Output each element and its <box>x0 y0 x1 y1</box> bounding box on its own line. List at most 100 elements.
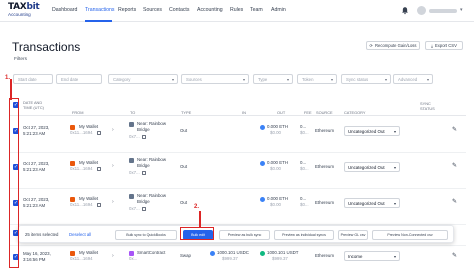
download-icon: ⤓ <box>431 43 433 48</box>
filter-advanced-placeholder: Advanced <box>398 76 418 82</box>
row-type: Swap <box>180 253 191 258</box>
preview-bulk-sync-button[interactable]: Preview as bulk sync <box>219 230 270 240</box>
filter-advanced[interactable]: Advanced ▾ <box>393 74 433 84</box>
row-source: Ethereum <box>315 164 335 169</box>
row-to[interactable]: SmartContract <box>137 250 165 256</box>
row-out-usd: $0.00 <box>270 202 281 207</box>
category-select[interactable]: Uncategorized Out ▾ <box>344 126 400 136</box>
chevron-down-icon: ▾ <box>242 77 245 82</box>
row-from-address: 0x11...1694 <box>70 166 93 171</box>
filter-start-date[interactable]: Start date <box>13 74 53 84</box>
nav-team[interactable]: Team <box>250 7 263 13</box>
export-csv-button[interactable]: ⤓ Export CSV <box>425 41 463 50</box>
table-row[interactable]: ✓ Oct 27, 2023, 5:21:23 AM My Wallet 0x1… <box>10 116 466 153</box>
usdc-token-icon <box>210 251 215 256</box>
arrow-right-icon: › <box>112 199 114 205</box>
th-sync-status: SYNC STATUS <box>420 101 435 111</box>
row-time: 5:21:23 AM <box>23 203 46 208</box>
copy-icon[interactable] <box>97 131 101 135</box>
row-from-address: 0x11...1694 <box>70 130 93 135</box>
chevron-down-icon: ▾ <box>384 77 387 82</box>
nav-reports[interactable]: Reports <box>118 7 136 13</box>
annotation-checkbox-highlight <box>9 98 19 268</box>
copy-icon[interactable] <box>142 171 146 175</box>
category-select[interactable]: Uncategorized Out ▾ <box>344 162 400 172</box>
filter-type-placeholder: Type <box>258 76 268 82</box>
preview-non-connected-csv-label: Preview Non-Connected csv <box>387 233 433 237</box>
category-select[interactable]: Income ▾ <box>344 251 400 261</box>
annotation-arrow-1 <box>10 79 12 100</box>
copy-icon[interactable] <box>97 203 101 207</box>
filter-sources-placeholder: Sources <box>186 76 202 82</box>
annotation-step-2: 2. <box>194 204 200 210</box>
row-time: 3:16:56 PM <box>23 257 46 262</box>
copy-icon[interactable] <box>97 167 101 171</box>
user-avatar[interactable] <box>417 6 426 15</box>
chevron-down-icon: ▾ <box>393 201 396 206</box>
chevron-down-icon: ▾ <box>286 77 289 82</box>
nav-sources[interactable]: Sources <box>143 7 162 13</box>
filter-end-date[interactable]: End date <box>56 74 102 84</box>
filter-sync-status[interactable]: Sync status ▾ <box>341 74 391 84</box>
filters-label: Filters <box>14 57 28 62</box>
edit-pencil-icon[interactable]: ✎ <box>452 198 457 205</box>
bell-icon[interactable] <box>401 6 409 15</box>
contract-icon <box>129 194 134 199</box>
table-row[interactable]: ✓ Oct 27, 2023, 5:21:23 AM My Wallet 0x1… <box>10 152 466 189</box>
table-row[interactable]: ✓ May 16, 2023, 3:16:56 PM My Wallet 0x1… <box>10 246 466 268</box>
logo-text-a: TAX <box>8 2 27 12</box>
copy-icon[interactable] <box>142 207 146 211</box>
row-source: Ethereum <box>315 253 335 258</box>
category-select[interactable]: Uncategorized Out ▾ <box>344 198 400 208</box>
edit-pencil-icon[interactable]: ✎ <box>452 162 457 169</box>
filter-sources[interactable]: Sources ▾ <box>181 74 249 84</box>
chevron-down-icon[interactable]: ▾ <box>460 7 463 13</box>
eth-token-icon <box>260 125 265 130</box>
preview-individual-syncs-button[interactable]: Preview as individual syncs <box>274 230 334 240</box>
filter-category[interactable]: Category ▾ <box>108 74 178 84</box>
nav-accounting[interactable]: Accounting <box>197 7 223 13</box>
edit-pencil-icon[interactable]: ✎ <box>452 126 457 133</box>
filter-category-placeholder: Category <box>113 76 131 82</box>
filter-token[interactable]: Token ▾ <box>297 74 337 84</box>
taxbit-logo[interactable]: TAXbit Accounting <box>8 3 42 19</box>
export-label: Export CSV <box>434 43 457 48</box>
edit-pencil-icon[interactable]: ✎ <box>452 252 457 259</box>
row-fee-usd: $0... <box>300 202 309 207</box>
filter-type[interactable]: Type ▾ <box>253 74 293 84</box>
row-time: 5:21:23 AM <box>23 167 46 172</box>
row-to[interactable]: Near: Rainbow Bridge <box>137 121 179 133</box>
nav-rules[interactable]: Rules <box>230 7 243 13</box>
selected-count: 25 items selected <box>25 232 59 237</box>
recompute-gain-loss-button[interactable]: ⟳ Recompute Gain/Loss <box>366 41 420 50</box>
nav-active-indicator <box>85 20 112 22</box>
annotation-bulk-edit-highlight <box>180 227 214 240</box>
eth-token-icon <box>260 197 265 202</box>
row-to[interactable]: Near: Rainbow Bridge <box>137 157 179 169</box>
nav-transactions[interactable]: Transactions <box>85 7 115 13</box>
deselect-all-link[interactable]: Deselect all <box>69 232 91 237</box>
preview-non-connected-csv-button[interactable]: Preview Non-Connected csv <box>372 230 448 240</box>
user-name-redacted[interactable] <box>429 9 457 13</box>
nav-contacts[interactable]: Contacts <box>169 7 189 13</box>
top-nav: TAXbit Accounting Dashboard Transactions… <box>0 0 474 22</box>
row-out-usd: $999.37 <box>272 256 288 261</box>
preview-gl-csv-button[interactable]: Preview GL csv <box>338 230 368 240</box>
row-from-address: 0x11...1694 <box>70 256 93 261</box>
nav-admin[interactable]: Admin <box>271 7 286 13</box>
chevron-down-icon: ▾ <box>171 77 174 82</box>
filter-sync-status-placeholder: Sync status <box>346 76 369 82</box>
category-value: Uncategorized Out <box>348 164 385 170</box>
logo-subtitle: Accounting <box>8 12 31 17</box>
nav-dashboard[interactable]: Dashboard <box>52 7 77 13</box>
th-date[interactable]: DATE AND TIME (UTC) <box>23 100 51 110</box>
table-row[interactable]: ✓ Oct 27, 2023, 5:21:23 AM My Wallet 0x1… <box>10 188 466 225</box>
row-type: Out <box>180 128 188 133</box>
bulk-sync-quickbooks-button[interactable]: Bulk sync to QuickBooks <box>115 230 177 240</box>
eth-token-icon <box>260 161 265 166</box>
chevron-down-icon: ▾ <box>393 254 396 259</box>
row-time: 5:21:23 AM <box>23 131 46 136</box>
row-to[interactable]: Near: Rainbow Bridge <box>137 193 179 205</box>
chevron-down-icon: ▾ <box>330 77 333 82</box>
copy-icon[interactable] <box>142 135 146 139</box>
